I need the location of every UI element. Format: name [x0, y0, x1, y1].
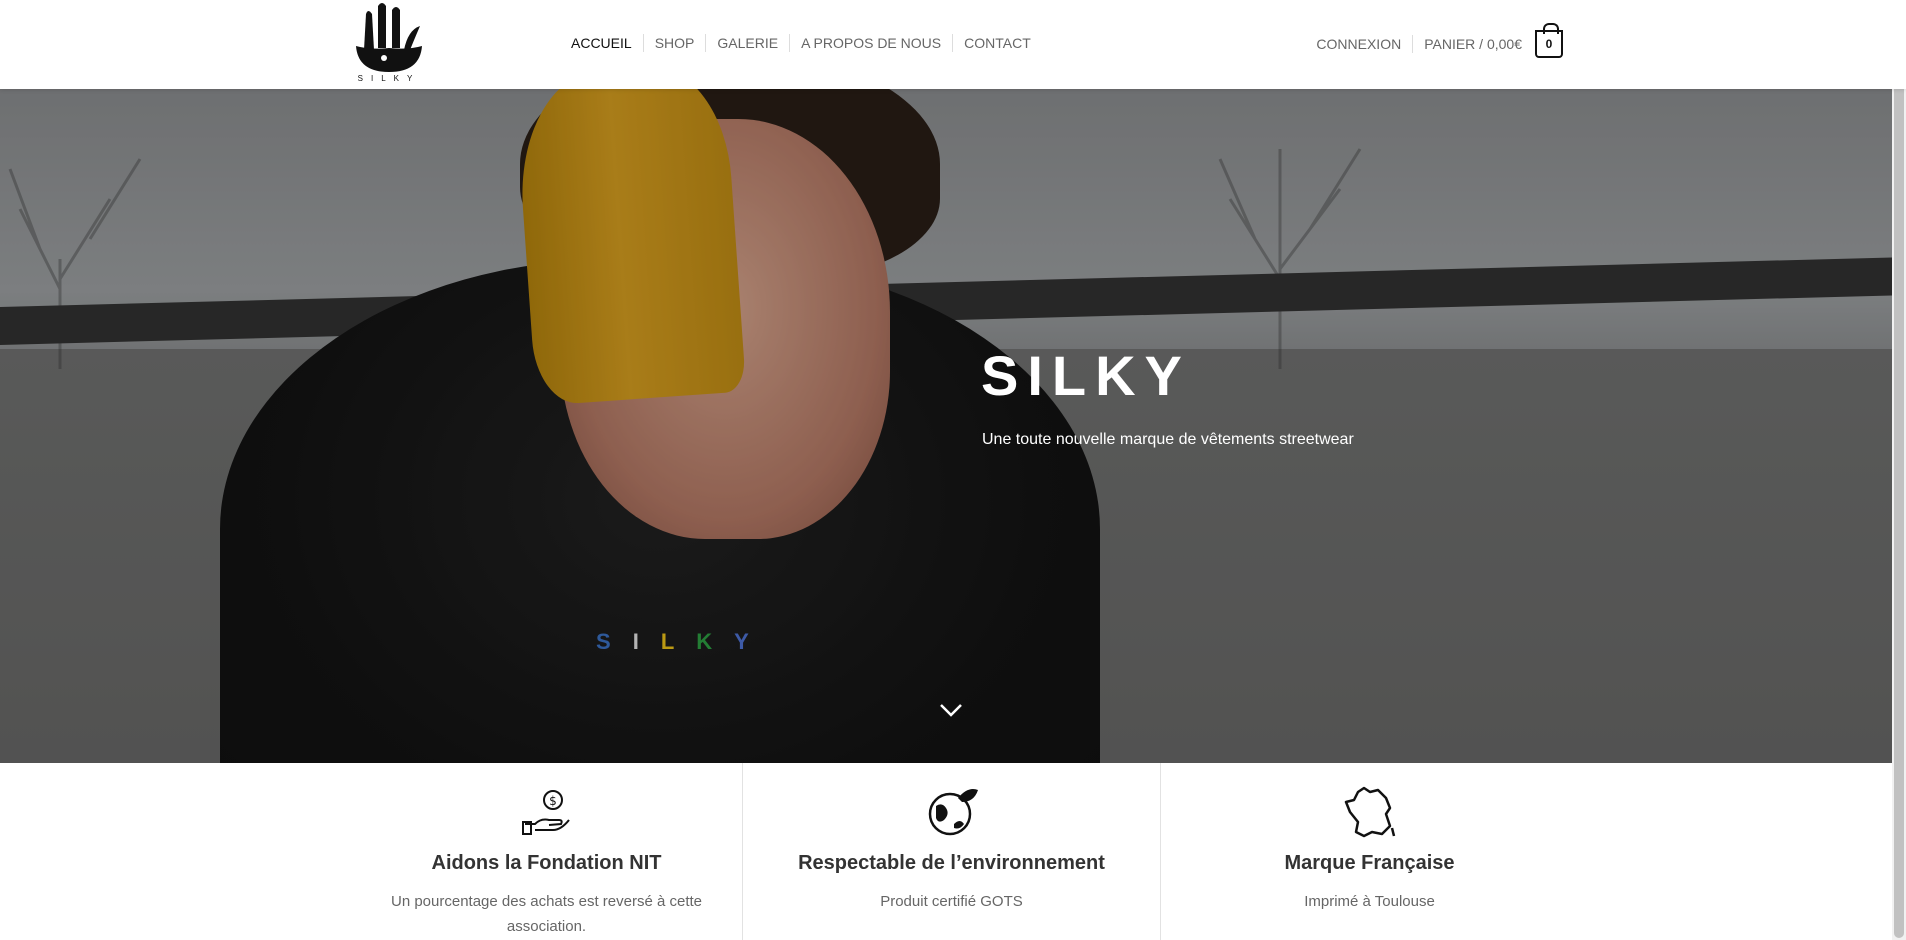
hand-coin-icon: $	[521, 790, 570, 835]
france-map-icon	[1344, 786, 1395, 838]
feature-fondation: $ Aidons la Fondation NIT Un pourcentage…	[351, 763, 742, 940]
hero-overlay	[0, 89, 1906, 763]
account-cart-nav: CONNEXION PANIER / 0,00€ 0	[1305, 23, 1563, 64]
svg-text:$: $	[549, 794, 557, 808]
hero-title: SILKY	[981, 344, 1191, 407]
nav-galerie[interactable]: GALERIE	[705, 34, 789, 52]
site-header: SILKY ACCUEIL SHOP GALERIE A PROPOS DE N…	[0, 0, 1906, 89]
hero-subtitle: Une toute nouvelle marque de vêtements s…	[982, 431, 1354, 448]
cart-count-badge: 0	[1545, 37, 1553, 51]
scrollbar-thumb[interactable]	[1894, 2, 1904, 938]
nav-a-propos[interactable]: A PROPOS DE NOUS	[789, 34, 952, 52]
feature-text: Imprimé à Toulouse	[1304, 893, 1435, 910]
login-link[interactable]: CONNEXION	[1305, 35, 1412, 53]
logo-wordmark: SILKY	[357, 74, 421, 83]
feature-francaise: Marque Française Imprimé à Toulouse	[1160, 763, 1578, 940]
feature-text: Produit certifié GOTS	[880, 893, 1023, 910]
eco-globe-icon	[928, 789, 978, 836]
features-section: $ Aidons la Fondation NIT Un pourcentage…	[0, 763, 1906, 940]
feature-environnement: Respectable de l’environnement Produit c…	[742, 763, 1160, 940]
nav-accueil[interactable]: ACCUEIL	[560, 34, 643, 52]
feature-title: Marque Française	[1284, 852, 1455, 874]
feature-text: Un pourcentage des achats est reversé à …	[390, 893, 702, 935]
feature-title: Aidons la Fondation NIT	[431, 852, 662, 874]
cart-link[interactable]: PANIER / 0,00€	[1412, 35, 1533, 53]
nav-contact[interactable]: CONTACT	[952, 34, 1042, 52]
cart-bag-icon[interactable]: 0	[1535, 23, 1563, 58]
silky-logo[interactable]: SILKY	[348, 0, 430, 86]
chevron-down-icon[interactable]	[938, 701, 964, 719]
hero-banner: S I L K Y SILKY Une toute nouvelle marqu…	[0, 89, 1906, 763]
page-scrollbar[interactable]	[1892, 0, 1906, 940]
nav-shop[interactable]: SHOP	[642, 34, 706, 52]
feature-title: Respectable de l’environnement	[798, 852, 1105, 874]
main-nav: ACCUEIL SHOP GALERIE A PROPOS DE NOUS CO…	[560, 34, 1042, 52]
